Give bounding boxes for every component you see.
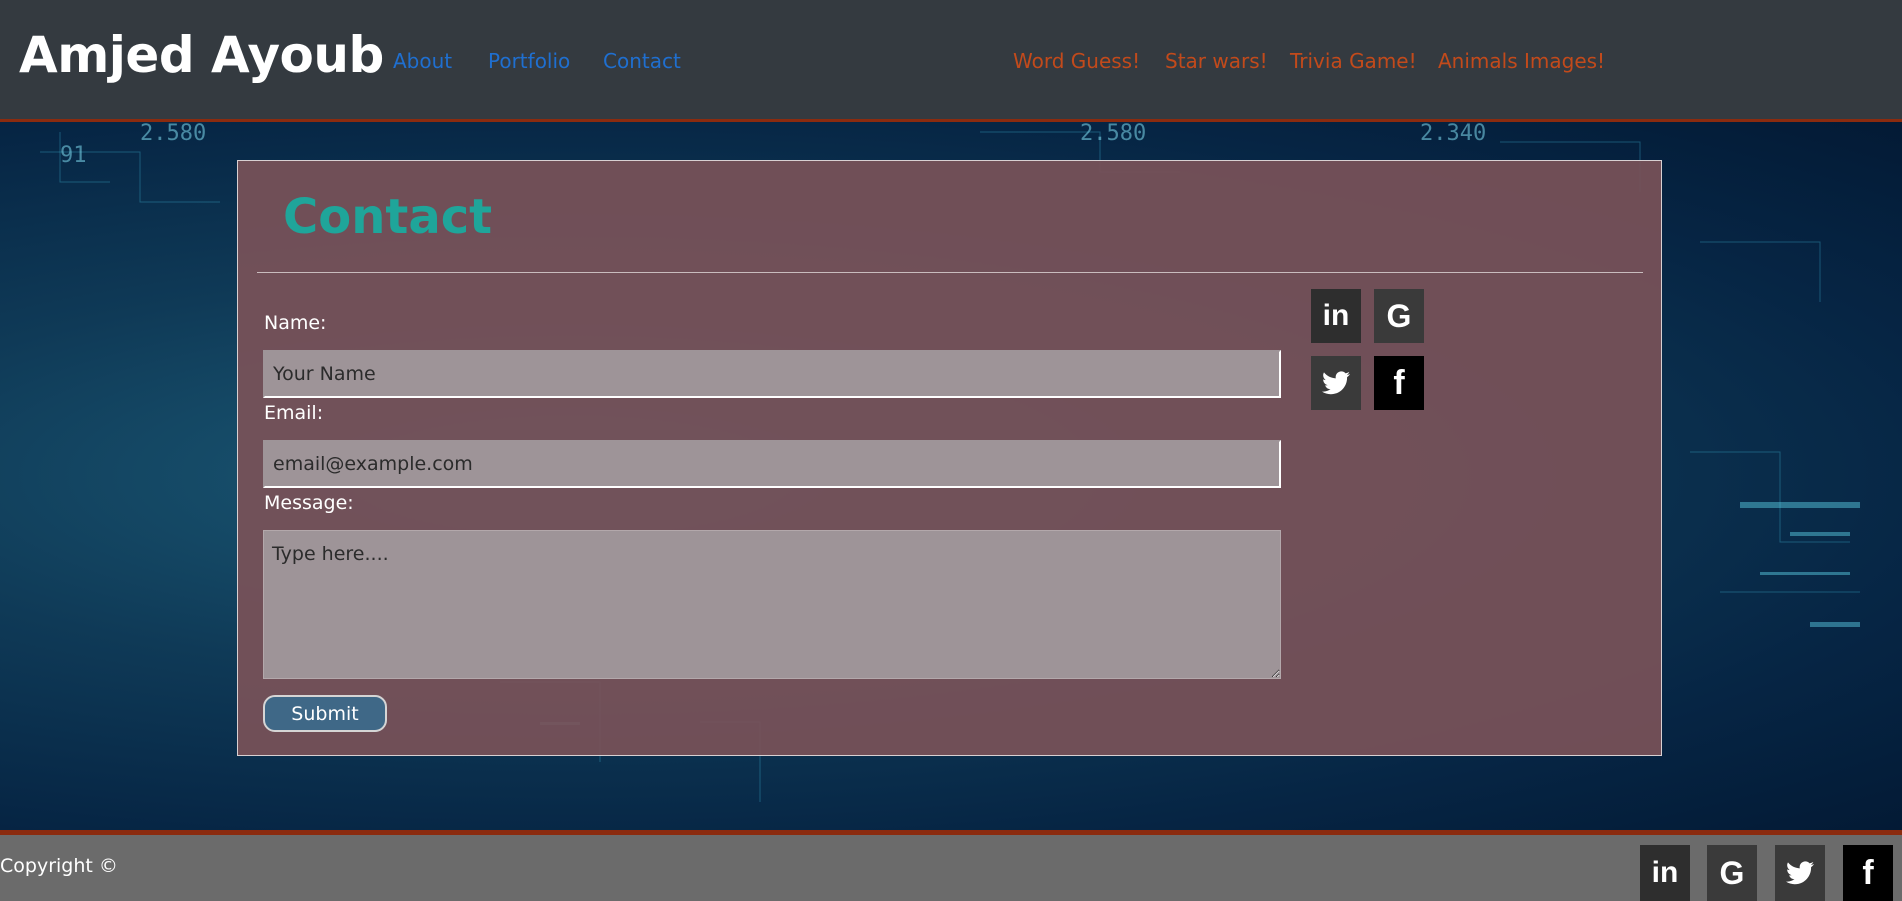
twitter-bird-icon (1322, 371, 1350, 395)
submit-button[interactable]: Submit (263, 695, 387, 732)
footer-google-glyph: G (1719, 854, 1745, 891)
svg-text:91: 91 (60, 143, 87, 168)
name-input[interactable] (263, 350, 1281, 398)
footer: Copyright © in G f (0, 830, 1902, 901)
footer-google-icon[interactable]: G (1707, 845, 1757, 901)
nav-link-word-guess[interactable]: Word Guess! (1013, 49, 1140, 73)
linkedin-icon-glyph: in (1322, 299, 1350, 332)
title-divider (257, 272, 1643, 273)
name-label: Name: (264, 312, 327, 334)
message-label: Message: (264, 492, 354, 514)
contact-title: Contact (283, 189, 493, 245)
email-input[interactable] (263, 440, 1281, 488)
svg-text:2.340: 2.340 (1420, 122, 1486, 146)
contact-card: Contact Name: Email: Message: Submit in … (237, 160, 1662, 756)
linkedin-icon[interactable]: in (1311, 289, 1361, 343)
nav-link-trivia-game[interactable]: Trivia Game! (1290, 49, 1417, 73)
nav-link-animals-images[interactable]: Animals Images! (1438, 49, 1605, 73)
nav-link-contact[interactable]: Contact (603, 49, 681, 73)
message-textarea[interactable] (263, 530, 1281, 679)
footer-linkedin-icon[interactable]: in (1640, 845, 1690, 901)
footer-twitter-bird-icon (1786, 861, 1814, 885)
nav-link-portfolio[interactable]: Portfolio (488, 49, 570, 73)
facebook-icon[interactable]: f (1374, 356, 1424, 410)
google-icon[interactable]: G (1374, 289, 1424, 343)
footer-linkedin-glyph: in (1651, 856, 1679, 889)
facebook-icon-glyph: f (1393, 363, 1405, 402)
svg-text:2.580: 2.580 (140, 122, 206, 146)
top-navbar: Amjed Ayoub About Portfolio Contact Word… (0, 0, 1902, 122)
google-icon-glyph: G (1386, 297, 1412, 334)
nav-link-star-wars[interactable]: Star wars! (1165, 49, 1268, 73)
copyright-text: Copyright © (0, 855, 118, 877)
email-label: Email: (264, 402, 324, 424)
svg-text:2.580: 2.580 (1080, 122, 1146, 146)
twitter-icon[interactable] (1311, 356, 1361, 410)
brand-name[interactable]: Amjed Ayoub (19, 26, 384, 84)
nav-link-about[interactable]: About (393, 49, 452, 73)
footer-facebook-icon[interactable]: f (1843, 845, 1893, 901)
footer-facebook-glyph: f (1862, 853, 1874, 892)
footer-twitter-icon[interactable] (1775, 845, 1825, 901)
